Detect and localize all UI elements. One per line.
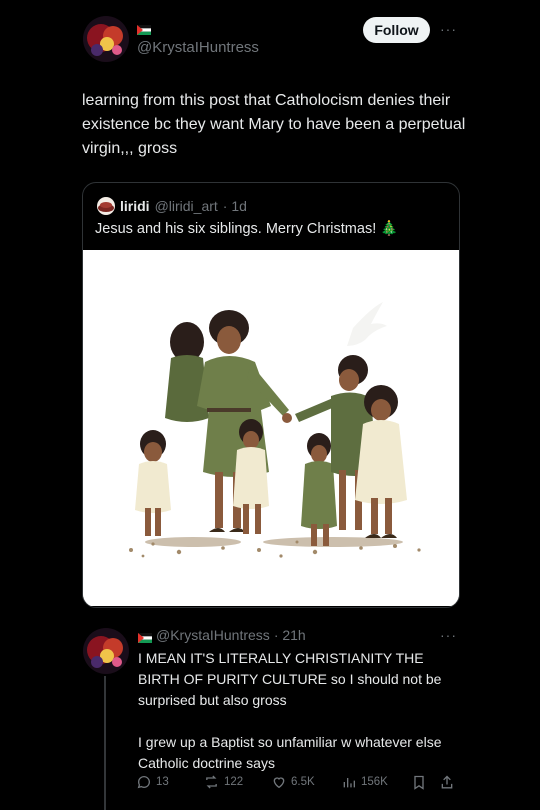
heart-icon bbox=[273, 777, 285, 789]
reply-paragraph-2: I grew up a Baptist so unfamiliar w what… bbox=[138, 734, 442, 771]
reply-handle[interactable]: @KrystaIHuntress bbox=[156, 627, 270, 643]
repost-action-button[interactable]: 122 bbox=[203, 774, 243, 790]
quoted-handle[interactable]: @liridi_art bbox=[155, 198, 218, 214]
reply-count: 13 bbox=[156, 776, 169, 788]
views-count: 156K bbox=[361, 776, 388, 788]
thread-line bbox=[104, 676, 106, 810]
reply-text: I MEAN IT'S LITERALLY CHRISTIANITY THE B… bbox=[138, 648, 468, 774]
like-action-button[interactable]: 6.5K bbox=[271, 774, 315, 790]
like-count: 6.5K bbox=[291, 776, 315, 788]
reply-bubble-icon bbox=[137, 776, 150, 789]
more-options-icon[interactable]: ··· bbox=[440, 21, 457, 37]
quoted-tweet-header: liridi @liridi_art · 1d bbox=[97, 197, 247, 215]
reply-more-options-icon[interactable]: ··· bbox=[440, 627, 457, 643]
quoted-tweet-text: Jesus and his six siblings. Merry Christ… bbox=[95, 221, 399, 237]
views-action-button[interactable]: 156K bbox=[341, 774, 388, 790]
quoted-tweet-card[interactable]: liridi @liridi_art · 1d Jesus and his si… bbox=[82, 182, 460, 608]
views-bar-chart-icon bbox=[343, 778, 355, 788]
repost-count: 122 bbox=[224, 776, 244, 788]
reply-paragraph-1: I MEAN IT'S LITERALLY CHRISTIANITY THE B… bbox=[138, 650, 442, 708]
bookmark-button[interactable] bbox=[411, 774, 427, 791]
reply-avatar[interactable] bbox=[83, 628, 129, 674]
action-bar: 13 122 6.5K 156K bbox=[136, 772, 462, 792]
share-button[interactable] bbox=[439, 774, 455, 791]
reply-timestamp[interactable]: · 21h bbox=[274, 627, 306, 643]
reply-header: @KrystaIHuntress · 21h bbox=[138, 627, 306, 643]
quoted-avatar[interactable] bbox=[97, 197, 115, 215]
share-icon bbox=[441, 775, 453, 788]
quoted-display-name[interactable]: liridi bbox=[120, 198, 150, 214]
follow-button[interactable]: Follow bbox=[363, 17, 430, 43]
author-avatar[interactable] bbox=[83, 16, 129, 62]
reply-action-button[interactable]: 13 bbox=[136, 774, 169, 790]
palestine-flag-icon bbox=[138, 630, 152, 643]
bookmark-icon bbox=[414, 775, 424, 790]
author-handle[interactable]: @KrystaIHuntress bbox=[137, 39, 259, 56]
palestine-flag-icon bbox=[137, 22, 151, 35]
quoted-timestamp[interactable]: · 1d bbox=[223, 198, 247, 214]
quoted-tweet-image[interactable] bbox=[83, 250, 459, 606]
tweet-text: learning from this post that Catholocism… bbox=[82, 92, 466, 157]
repost-icon bbox=[206, 775, 217, 789]
